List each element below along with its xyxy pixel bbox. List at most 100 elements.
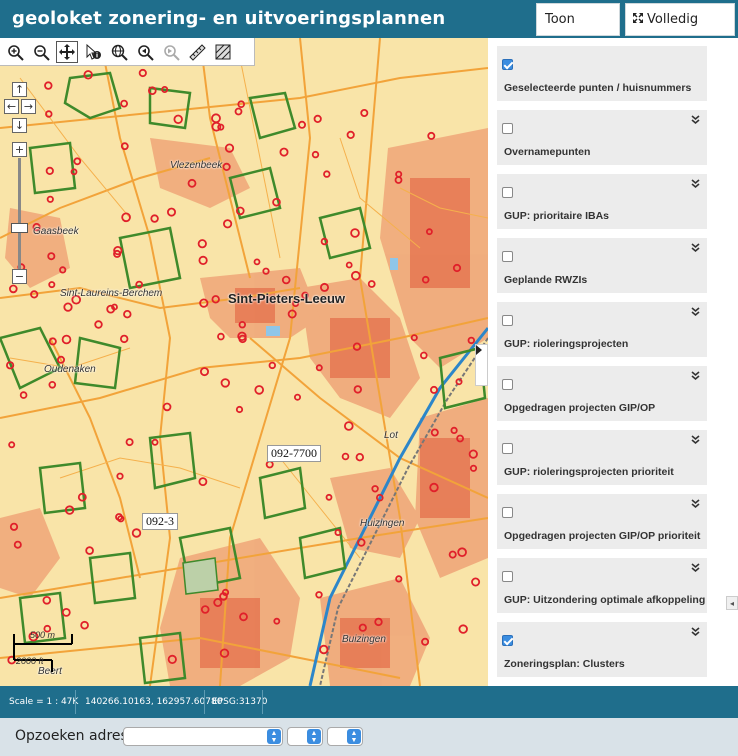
point-marker (325, 493, 333, 501)
layer-label: Geselecteerde punten / huisnummers (504, 82, 692, 94)
zoom-in-button[interactable]: + (12, 142, 27, 157)
zoom-slider-handle[interactable] (11, 223, 28, 233)
layer-checkbox[interactable] (502, 315, 513, 326)
expand-chevron-icon[interactable] (691, 371, 700, 382)
layer-checkbox[interactable] (502, 187, 513, 198)
point-marker (73, 157, 82, 166)
zoom-next-tool[interactable] (160, 41, 182, 63)
pan-tool[interactable] (56, 40, 78, 63)
panel-collapse-handle[interactable] (475, 344, 488, 386)
expand-chevron-icon[interactable] (691, 499, 700, 510)
point-marker (173, 114, 183, 124)
legend-side-tab[interactable]: ◂ (726, 596, 738, 610)
layer-checkbox[interactable] (502, 379, 513, 390)
extra-select[interactable]: ▲ ▼ (327, 727, 363, 746)
point-marker (211, 113, 221, 124)
point-marker (217, 332, 225, 341)
street-select[interactable]: ▲ ▼ (123, 727, 283, 746)
expand-chevron-icon[interactable] (691, 307, 700, 318)
point-marker (313, 114, 322, 124)
point-marker (346, 130, 355, 140)
layer-label: GUP: prioritaire IBAs (504, 210, 610, 222)
point-marker (48, 281, 56, 289)
expand-chevron-icon[interactable] (691, 115, 700, 126)
point-marker (45, 166, 54, 175)
measure-area-tool[interactable] (212, 41, 234, 63)
point-marker (211, 121, 222, 132)
expand-chevron-icon[interactable] (691, 179, 700, 190)
point-marker (198, 477, 208, 487)
map-canvas[interactable] (0, 38, 488, 686)
point-marker (419, 351, 428, 360)
zoom-out-button[interactable]: − (12, 269, 27, 284)
point-marker (120, 99, 128, 108)
address-search-label: Opzoeken adres: (15, 728, 133, 744)
area-icon (215, 44, 231, 59)
layer-checkbox[interactable] (502, 123, 513, 134)
expand-chevron-icon[interactable] (691, 243, 700, 254)
point-marker (94, 320, 103, 329)
layer-checkbox[interactable] (502, 507, 513, 518)
point-marker (162, 402, 172, 412)
scale-readout: Scale = 1 : 47K (9, 697, 79, 707)
point-marker (343, 421, 354, 431)
point-marker (135, 280, 144, 289)
select-arrows-icon: ▲ ▼ (267, 729, 281, 744)
point-marker (123, 310, 132, 319)
house-number-select[interactable]: ▲ ▼ (287, 727, 323, 746)
place-label-gaasbeek: Gaasbeek (33, 226, 79, 237)
layer-checkbox[interactable] (502, 635, 513, 646)
expand-chevron-icon[interactable] (691, 563, 700, 574)
measure-line-tool[interactable] (186, 41, 208, 63)
point-marker (427, 131, 436, 140)
place-label-huizingen: Huizingen (360, 518, 405, 529)
layer-item: GUP: prioritaire IBAs (497, 174, 707, 229)
zoom-out-tool[interactable] (30, 41, 52, 63)
layer-label: Geplande RWZIs (504, 274, 588, 286)
layer-label: Zoneringsplan: Clusters (504, 658, 625, 670)
place-label-sint-laureins-berchem: Sint-Laureins-Berchem (60, 288, 163, 299)
fullscreen-button[interactable]: Volledig scherm (625, 3, 735, 58)
point-marker (80, 620, 89, 630)
map-view[interactable]: ↑ ← → ↓ + − Vlezenbeek Gaasbeek Sint-Lau… (0, 38, 488, 686)
point-marker (166, 207, 176, 217)
layer-checkbox[interactable] (502, 251, 513, 262)
status-separator (75, 690, 76, 714)
expand-chevron-icon[interactable] (691, 627, 700, 638)
address-search-bar: Opzoeken adres: ▲ ▼ ▲ ▼ ▲ ▼ (0, 718, 738, 756)
pan-right-button[interactable]: → (21, 99, 36, 114)
layer-checkbox[interactable] (502, 59, 513, 70)
pan-down-button[interactable]: ↓ (12, 118, 27, 133)
expand-chevron-icon[interactable] (691, 435, 700, 446)
epsg-readout: EPSG:31370 (212, 697, 268, 707)
point-marker (45, 110, 53, 118)
layer-label: GUP: Uitzondering optimale afkoppeling (504, 594, 706, 606)
pan-icon (59, 43, 75, 60)
point-marker (350, 228, 360, 238)
road-label-092-7700: 092-7700 (267, 445, 321, 462)
pan-up-button[interactable]: ↑ (12, 82, 27, 97)
zoom-slider-track[interactable] (18, 158, 21, 270)
zoom-previous-tool[interactable] (134, 41, 156, 63)
show-legend-button[interactable]: Toon legende (536, 3, 620, 58)
point-marker (279, 147, 289, 157)
point-marker (138, 68, 147, 78)
point-marker (234, 107, 243, 116)
layer-checkbox[interactable] (502, 571, 513, 582)
status-bar: Scale = 1 : 47K 140266.10163, 162957.607… (0, 686, 738, 718)
scale-meters-label: 500 m (30, 630, 56, 640)
road-label-092-3: 092-3 (142, 513, 178, 530)
point-marker (61, 334, 72, 345)
pan-left-button[interactable]: ← (4, 99, 19, 114)
layer-checkbox[interactable] (502, 443, 513, 454)
zoom-extent-tool[interactable] (108, 41, 130, 63)
zoom-in-tool[interactable] (4, 41, 26, 63)
point-marker (116, 472, 124, 480)
identify-tool[interactable] (82, 41, 104, 63)
point-marker (268, 361, 276, 370)
point-marker (455, 378, 463, 386)
point-marker (85, 546, 94, 555)
point-marker (471, 577, 481, 587)
point-marker (297, 120, 306, 129)
point-marker (223, 219, 233, 229)
